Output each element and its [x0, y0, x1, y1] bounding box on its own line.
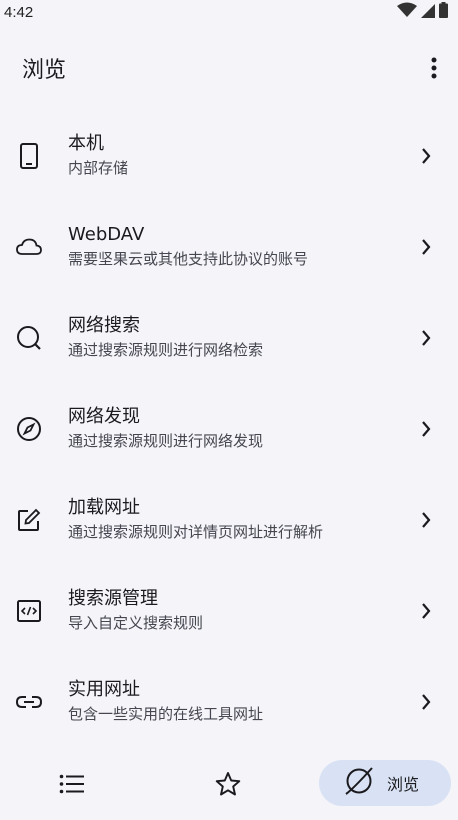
item-title: 搜索源管理	[68, 588, 158, 609]
page-title: 浏览	[22, 58, 67, 83]
nav-bookshelf[interactable]	[40, 752, 104, 820]
list-item-web-search[interactable]: 网络搜索 通过搜索源规则进行网络检索	[0, 292, 458, 383]
app-bar: 浏览	[0, 40, 458, 96]
item-title: 网络搜索	[68, 315, 140, 336]
chevron-right-icon	[418, 692, 434, 712]
chevron-right-icon	[418, 601, 434, 621]
item-subtitle: 包含一些实用的在线工具网址	[68, 705, 264, 723]
list-item-useful-urls[interactable]: 实用网址 包含一些实用的在线工具网址	[0, 656, 458, 747]
item-subtitle: 通过搜索源规则对详情页网址进行解析	[68, 523, 324, 541]
chevron-right-icon	[418, 510, 434, 530]
list-item-web-discover[interactable]: 网络发现 通过搜索源规则进行网络发现	[0, 383, 458, 474]
search-icon	[16, 325, 42, 351]
status-icons	[397, 2, 448, 22]
link-icon	[16, 689, 42, 715]
star-icon	[215, 771, 241, 801]
list-item-webdav[interactable]: WebDAV 需要坚果云或其他支持此协议的账号	[0, 201, 458, 292]
chevron-right-icon	[418, 419, 434, 439]
status-bar: 4:42	[0, 0, 458, 24]
item-subtitle: 需要坚果云或其他支持此协议的账号	[68, 250, 309, 268]
chevron-right-icon	[418, 237, 434, 257]
cloud-icon	[16, 234, 42, 260]
item-title: 实用网址	[68, 679, 140, 700]
bottom-nav: 浏览	[0, 752, 458, 820]
status-time: 4:42	[4, 3, 34, 21]
phone-icon	[16, 142, 42, 169]
item-title: 本机	[68, 133, 104, 154]
browse-list: 本机 内部存储 WebDAV 需要坚果云或其他支持此协议的账号 网络搜索 通过搜…	[0, 110, 458, 747]
wifi-icon	[397, 2, 417, 22]
compass-icon	[16, 416, 42, 442]
list-item-local[interactable]: 本机 内部存储	[0, 110, 458, 201]
nav-browse[interactable]: 浏览	[319, 760, 451, 806]
item-title: 网络发现	[68, 406, 140, 427]
item-title: 加载网址	[68, 497, 140, 518]
compass-icon	[345, 767, 373, 799]
nav-favorites[interactable]	[196, 752, 260, 820]
list-icon	[59, 774, 85, 798]
item-subtitle: 通过搜索源规则进行网络发现	[68, 432, 264, 450]
list-item-load-url[interactable]: 加载网址 通过搜索源规则对详情页网址进行解析	[0, 474, 458, 565]
chevron-right-icon	[418, 146, 434, 166]
list-item-source-manage[interactable]: 搜索源管理 导入自定义搜索规则	[0, 565, 458, 656]
item-subtitle: 内部存储	[68, 159, 129, 177]
nav-browse-label: 浏览	[387, 775, 420, 794]
item-subtitle: 通过搜索源规则进行网络检索	[68, 341, 264, 359]
item-subtitle: 导入自定义搜索规则	[68, 614, 204, 632]
code-icon	[16, 598, 42, 624]
chevron-right-icon	[418, 328, 434, 348]
edit-icon	[16, 507, 42, 533]
signal-icon	[421, 3, 435, 22]
more-options-icon[interactable]	[422, 50, 446, 86]
item-title: WebDAV	[68, 224, 145, 245]
battery-icon	[439, 2, 448, 22]
